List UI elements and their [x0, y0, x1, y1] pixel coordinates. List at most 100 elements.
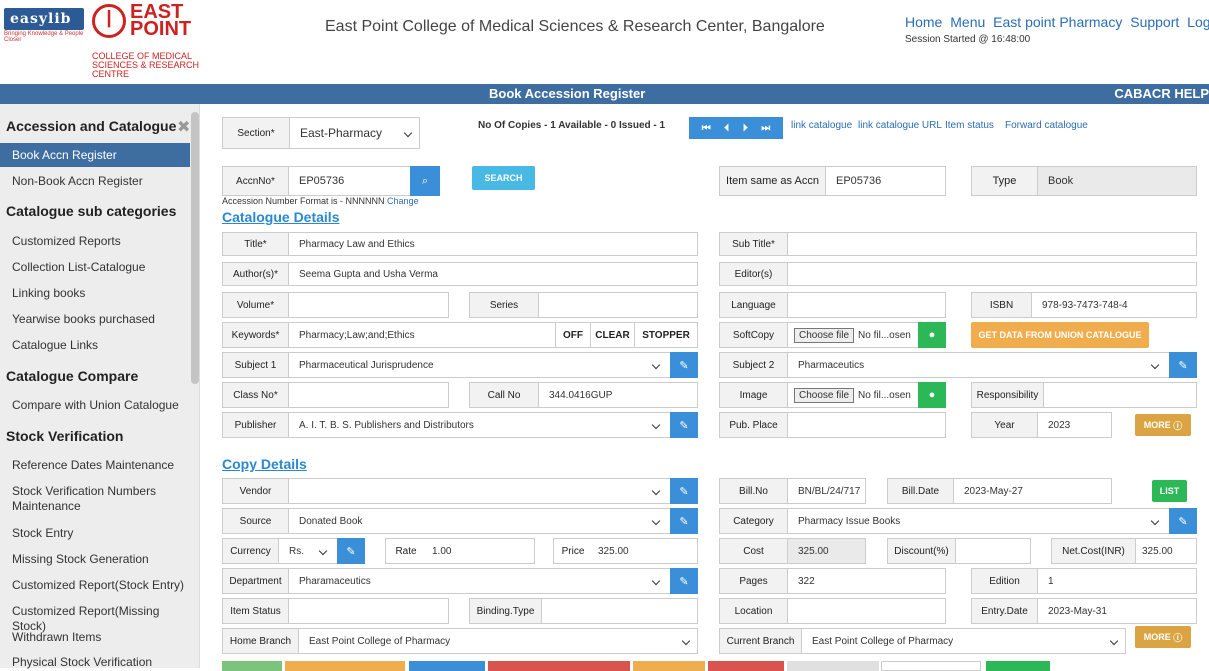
callno-field[interactable]: Call No 344.0416GUP	[469, 382, 698, 408]
source-select[interactable]: Source Donated Book ✎	[222, 508, 698, 534]
subtitle-field[interactable]: Sub Title*	[719, 232, 1197, 256]
author-field[interactable]: Author(s)* Seema Gupta and Usha Verma	[222, 262, 698, 286]
edit-icon[interactable]: ✎	[1169, 508, 1197, 534]
link-catalogue[interactable]: link catalogue	[791, 120, 852, 131]
editor-field[interactable]: Editor(s)	[719, 262, 1197, 286]
edition-field[interactable]: Edition 1	[971, 568, 1197, 594]
action-button[interactable]	[787, 661, 879, 671]
item-same-field[interactable]: Item same as Accn EP05736	[719, 166, 946, 196]
edit-icon[interactable]: ✎	[670, 412, 698, 438]
publisher-select[interactable]: Publisher A. I. T. B. S. Publishers and …	[222, 412, 698, 438]
volume-field[interactable]: Volume*	[222, 292, 449, 318]
next-icon[interactable]: ⏵	[743, 123, 748, 134]
accn-field[interactable]: AccnNo* EP05736 ⌕	[222, 166, 440, 196]
title-field[interactable]: Title* Pharmacy Law and Ethics	[222, 232, 698, 256]
nav-branch[interactable]: East point Pharmacy	[993, 14, 1122, 30]
sidebar-item[interactable]: Missing Stock Generation	[12, 552, 192, 567]
isbn-field[interactable]: ISBN 978-93-7473-748-4	[971, 292, 1197, 318]
eye-icon[interactable]: ●	[918, 322, 946, 348]
department-select[interactable]: Department Pharamaceutics ✎	[222, 568, 698, 594]
image-field[interactable]: Image Choose file No fil...osen ●	[719, 382, 946, 408]
sidebar-item[interactable]: Collection List-Catalogue	[12, 260, 192, 275]
sidebar-scrollbar[interactable]	[191, 112, 199, 384]
action-button[interactable]	[488, 661, 630, 671]
discount-field[interactable]: Discount(%)	[887, 538, 1031, 564]
action-button[interactable]	[285, 661, 405, 671]
classno-field[interactable]: Class No*	[222, 382, 449, 408]
series-field[interactable]: Series	[469, 292, 698, 318]
action-button[interactable]	[633, 661, 705, 671]
nav-menu[interactable]: Menu	[950, 14, 985, 30]
search-button[interactable]: SEARCH	[472, 166, 535, 190]
edit-icon[interactable]: ✎	[670, 352, 698, 378]
item-status-field[interactable]: Item Status	[222, 598, 449, 624]
rate-field[interactable]: Rate 1.00	[385, 538, 535, 564]
clear-button[interactable]: CLEAR	[591, 323, 635, 347]
sidebar-item[interactable]: Withdrawn Items	[12, 630, 192, 645]
currency-select[interactable]: Currency Rs. ✎	[222, 538, 365, 564]
union-catalogue-button[interactable]: GET DATA FROM UNION CATALOGUE	[971, 322, 1149, 348]
action-button[interactable]	[708, 661, 784, 671]
edit-icon[interactable]: ✎	[670, 508, 698, 534]
sidebar-item[interactable]: Yearwise books purchased	[12, 312, 192, 327]
edit-icon[interactable]: ✎	[670, 568, 698, 594]
sidebar-item[interactable]: Reference Dates Maintenance	[12, 458, 192, 473]
keywords-field[interactable]: Keywords* Pharmacy;Law;and;Ethics OFF CL…	[222, 322, 698, 348]
close-icon[interactable]: ✖	[177, 117, 190, 137]
binding-field[interactable]: Binding.Type	[469, 598, 698, 624]
language-field[interactable]: Language	[719, 292, 946, 318]
pages-field[interactable]: Pages 322	[719, 568, 946, 594]
change-link[interactable]: Change	[387, 196, 419, 206]
edit-icon[interactable]: ✎	[337, 538, 365, 564]
nav-home[interactable]: Home	[905, 14, 942, 30]
netcost-field[interactable]: Net.Cost(INR) 325.00	[1051, 538, 1197, 564]
off-toggle[interactable]: OFF	[555, 323, 591, 347]
list-button[interactable]: LIST	[1152, 480, 1187, 502]
more-button[interactable]: MORE ⓘ	[1135, 626, 1191, 648]
choose-file-button[interactable]: Choose file	[794, 387, 855, 403]
sidebar-item[interactable]: Catalogue Links	[12, 338, 192, 353]
forward-catalogue-link[interactable]: Forward catalogue	[1005, 120, 1088, 131]
nav-support[interactable]: Support	[1130, 14, 1179, 30]
pubplace-field[interactable]: Pub. Place	[719, 412, 946, 438]
nav-logout[interactable]: Logout	[1187, 14, 1209, 30]
price-field[interactable]: Price 325.00	[553, 538, 698, 564]
item-status-link[interactable]: Item status	[945, 120, 994, 131]
sidebar-item[interactable]: Non-Book Accn Register	[12, 174, 192, 189]
vendor-select[interactable]: Vendor ✎	[222, 478, 698, 504]
softcopy-field[interactable]: SoftCopy Choose file No fil...osen ●	[719, 322, 946, 348]
sidebar-item[interactable]: Stock Entry	[12, 526, 192, 541]
stopper-button[interactable]: STOPPER	[635, 323, 697, 347]
action-button[interactable]	[409, 661, 485, 671]
last-icon[interactable]: ⏭	[761, 123, 770, 134]
location-field[interactable]: Location	[719, 598, 946, 624]
edit-icon[interactable]: ✎	[670, 478, 698, 504]
entrydate-field[interactable]: Entry.Date 2023-May-31	[971, 598, 1197, 624]
action-button[interactable]	[986, 661, 1050, 671]
sidebar-item[interactable]: Stock Verification Numbers Maintenance	[12, 484, 192, 514]
first-icon[interactable]: ⏮	[702, 123, 711, 134]
sidebar-item[interactable]: Compare with Union Catalogue	[12, 398, 192, 413]
more-button[interactable]: MORE ⓘ	[1135, 414, 1191, 436]
prev-icon[interactable]: ⏴	[724, 123, 729, 134]
help-link[interactable]: CABACR HELP	[1114, 86, 1209, 101]
subject1-select[interactable]: Subject 1 Pharmaceutical Jurisprudence ✎	[222, 352, 698, 378]
sidebar-item[interactable]: Linking books	[12, 286, 192, 301]
sidebar-item[interactable]: Customized Report(Stock Entry)	[12, 578, 192, 593]
choose-file-button[interactable]: Choose file	[794, 327, 855, 343]
category-select[interactable]: Category Pharmacy Issue Books ✎	[719, 508, 1197, 534]
currentbranch-select[interactable]: Current Branch East Point College of Pha…	[719, 628, 1126, 654]
search-icon[interactable]: ⌕	[410, 166, 440, 196]
year-field[interactable]: Year 2023	[971, 412, 1112, 438]
sidebar-item-book-accn[interactable]: Book Accn Register	[0, 143, 190, 167]
responsibility-field[interactable]: Responsibility	[971, 382, 1197, 408]
eye-icon[interactable]: ●	[918, 382, 946, 408]
homebranch-select[interactable]: Home Branch East Point College of Pharma…	[222, 628, 698, 654]
billdate-field[interactable]: Bill.Date 2023-May-27	[887, 478, 1112, 504]
link-catalogue-url[interactable]: link catalogue URL	[858, 120, 942, 131]
sidebar-item[interactable]: Customized Reports	[12, 234, 192, 249]
billno-field[interactable]: Bill.No BN/BL/24/717	[719, 478, 866, 504]
edit-icon[interactable]: ✎	[1169, 352, 1197, 378]
action-button[interactable]	[881, 661, 981, 671]
subject2-select[interactable]: Subject 2 Pharmaceutics ✎	[719, 352, 1197, 378]
